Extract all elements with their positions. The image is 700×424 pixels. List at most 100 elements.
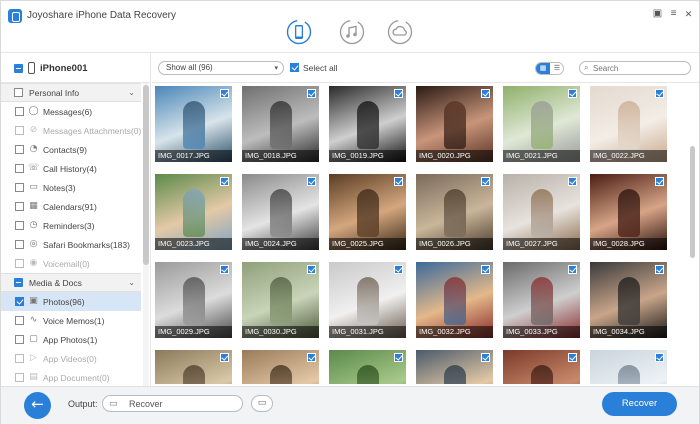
checkbox[interactable] bbox=[15, 107, 24, 116]
photo-checkbox[interactable] bbox=[655, 265, 664, 274]
photo-grid-scrollbar-thumb[interactable] bbox=[690, 146, 695, 258]
checkbox[interactable] bbox=[15, 202, 24, 211]
photo-checkbox[interactable] bbox=[568, 89, 577, 98]
grid-view-icon[interactable]: ▦ bbox=[536, 63, 550, 74]
checkbox[interactable] bbox=[15, 316, 24, 325]
group-personal-info[interactable]: Personal Info ⌄ bbox=[1, 83, 141, 102]
photo-checkbox[interactable] bbox=[220, 89, 229, 98]
select-all-label[interactable]: Select all bbox=[303, 63, 338, 73]
photo-thumbnail[interactable]: IMG_0018.JPG bbox=[242, 86, 319, 162]
checkbox[interactable] bbox=[15, 335, 24, 344]
photo-thumbnail[interactable]: IMG_0037.JPG bbox=[329, 350, 406, 384]
filter-dropdown[interactable]: Show all (96) ▾ bbox=[158, 61, 284, 75]
recover-button[interactable]: Recover bbox=[602, 392, 677, 416]
sidebar-scrollbar-thumb[interactable] bbox=[143, 85, 149, 265]
photo-thumbnail[interactable]: IMG_0040.JPG bbox=[590, 350, 667, 384]
sidebar-scrollbar[interactable] bbox=[143, 83, 149, 386]
back-button[interactable]: ← bbox=[24, 392, 51, 419]
photo-thumbnail[interactable]: IMG_0024.JPG bbox=[242, 174, 319, 250]
photo-thumbnail[interactable]: IMG_0039.JPG bbox=[503, 350, 580, 384]
photo-checkbox[interactable] bbox=[307, 177, 316, 186]
photo-checkbox[interactable] bbox=[655, 353, 664, 362]
photo-thumbnail[interactable]: IMG_0022.JPG bbox=[590, 86, 667, 162]
photo-thumbnail[interactable]: IMG_0036.JPG bbox=[242, 350, 319, 384]
checkbox[interactable] bbox=[15, 373, 24, 382]
photo-thumbnail[interactable]: IMG_0038.JPG bbox=[416, 350, 493, 384]
photo-thumbnail[interactable]: IMG_0017.JPG bbox=[155, 86, 232, 162]
device-checkbox[interactable] bbox=[14, 64, 23, 73]
recover-from-icloud-icon[interactable] bbox=[387, 19, 413, 45]
sidebar-item-voice-memos[interactable]: ∿ Voice Memos(1) bbox=[1, 311, 141, 330]
photo-checkbox[interactable] bbox=[220, 177, 229, 186]
checkbox[interactable] bbox=[15, 145, 24, 154]
photo-checkbox[interactable] bbox=[655, 177, 664, 186]
chevron-down-icon[interactable]: ⌄ bbox=[128, 88, 135, 97]
device-row[interactable]: iPhone001 bbox=[1, 53, 151, 83]
checkbox[interactable] bbox=[15, 183, 24, 192]
photo-checkbox[interactable] bbox=[394, 353, 403, 362]
photo-checkbox[interactable] bbox=[307, 353, 316, 362]
feedback-icon[interactable]: ▣ bbox=[652, 9, 663, 20]
photo-thumbnail[interactable]: IMG_0031.JPG bbox=[329, 262, 406, 338]
photo-thumbnail[interactable]: IMG_0026.JPG bbox=[416, 174, 493, 250]
chevron-down-icon[interactable]: ⌄ bbox=[128, 278, 135, 287]
photo-thumbnail[interactable]: IMG_0021.JPG bbox=[503, 86, 580, 162]
photo-checkbox[interactable] bbox=[568, 177, 577, 186]
sidebar-item-reminders[interactable]: ◷ Reminders(3) bbox=[1, 216, 141, 235]
photo-checkbox[interactable] bbox=[481, 89, 490, 98]
checkbox[interactable] bbox=[15, 164, 24, 173]
photo-checkbox[interactable] bbox=[481, 265, 490, 274]
photo-thumbnail[interactable]: IMG_0025.JPG bbox=[329, 174, 406, 250]
sidebar-item-safari-bookmarks[interactable]: ◎ Safari Bookmarks(183) bbox=[1, 235, 141, 254]
close-icon[interactable]: ✕ bbox=[683, 9, 694, 20]
search-input[interactable] bbox=[593, 63, 685, 73]
photo-thumbnail[interactable]: IMG_0029.JPG bbox=[155, 262, 232, 338]
checkbox[interactable] bbox=[15, 221, 24, 230]
photo-checkbox[interactable] bbox=[307, 89, 316, 98]
sidebar-item-app-videos[interactable]: ▷ App Videos(0) bbox=[1, 349, 141, 368]
list-view-icon[interactable]: ☰ bbox=[550, 63, 563, 74]
sidebar-item-contacts[interactable]: ◔ Contacts(9) bbox=[1, 140, 141, 159]
output-path-field[interactable]: ▭ Recover bbox=[102, 395, 243, 412]
select-all-checkbox[interactable] bbox=[290, 63, 299, 72]
photo-thumbnail[interactable]: IMG_0032.JPG bbox=[416, 262, 493, 338]
group-checkbox[interactable] bbox=[14, 278, 23, 287]
menu-icon[interactable]: ≡ bbox=[668, 9, 679, 20]
checkbox[interactable] bbox=[15, 126, 24, 135]
photo-thumbnail[interactable]: IMG_0023.JPG bbox=[155, 174, 232, 250]
photo-checkbox[interactable] bbox=[394, 265, 403, 274]
photo-checkbox[interactable] bbox=[481, 177, 490, 186]
photo-checkbox[interactable] bbox=[394, 177, 403, 186]
checkbox[interactable] bbox=[15, 240, 24, 249]
group-checkbox[interactable] bbox=[14, 88, 23, 97]
sidebar-item-notes[interactable]: ▭ Notes(3) bbox=[1, 178, 141, 197]
photo-thumbnail[interactable]: IMG_0033.JPG bbox=[503, 262, 580, 338]
photo-checkbox[interactable] bbox=[655, 89, 664, 98]
photo-grid-scrollbar[interactable] bbox=[689, 84, 697, 384]
recover-from-itunes-icon[interactable] bbox=[339, 19, 365, 45]
sidebar-item-messages[interactable]: ◯ Messages(6) bbox=[1, 102, 141, 121]
group-media-docs[interactable]: Media & Docs ⌄ bbox=[1, 273, 141, 292]
photo-checkbox[interactable] bbox=[568, 353, 577, 362]
photo-thumbnail[interactable]: IMG_0019.JPG bbox=[329, 86, 406, 162]
sidebar-item-messages-attachments[interactable]: ⊘ Messages Attachments(0) bbox=[1, 121, 141, 140]
sidebar-item-app-photos[interactable]: ▢ App Photos(1) bbox=[1, 330, 141, 349]
photo-thumbnail[interactable]: IMG_0027.JPG bbox=[503, 174, 580, 250]
photo-thumbnail[interactable]: IMG_0034.JPG bbox=[590, 262, 667, 338]
checkbox[interactable] bbox=[15, 354, 24, 363]
browse-folder-button[interactable]: ▭ bbox=[251, 395, 273, 412]
photo-thumbnail[interactable]: IMG_0035.JPG bbox=[155, 350, 232, 384]
photo-checkbox[interactable] bbox=[307, 265, 316, 274]
photo-checkbox[interactable] bbox=[394, 89, 403, 98]
sidebar-item-call-history[interactable]: ☏ Call History(4) bbox=[1, 159, 141, 178]
photo-thumbnail[interactable]: IMG_0030.JPG bbox=[242, 262, 319, 338]
photo-checkbox[interactable] bbox=[481, 353, 490, 362]
checkbox[interactable] bbox=[15, 259, 24, 268]
sidebar-item-photos[interactable]: ▣ Photos(96) bbox=[1, 292, 141, 311]
photo-checkbox[interactable] bbox=[568, 265, 577, 274]
checkbox[interactable] bbox=[15, 297, 24, 306]
sidebar-item-voicemail[interactable]: ◉ Voicemail(0) bbox=[1, 254, 141, 273]
recover-from-device-icon[interactable] bbox=[286, 19, 312, 45]
photo-thumbnail[interactable]: IMG_0028.JPG bbox=[590, 174, 667, 250]
photo-thumbnail[interactable]: IMG_0020.JPG bbox=[416, 86, 493, 162]
